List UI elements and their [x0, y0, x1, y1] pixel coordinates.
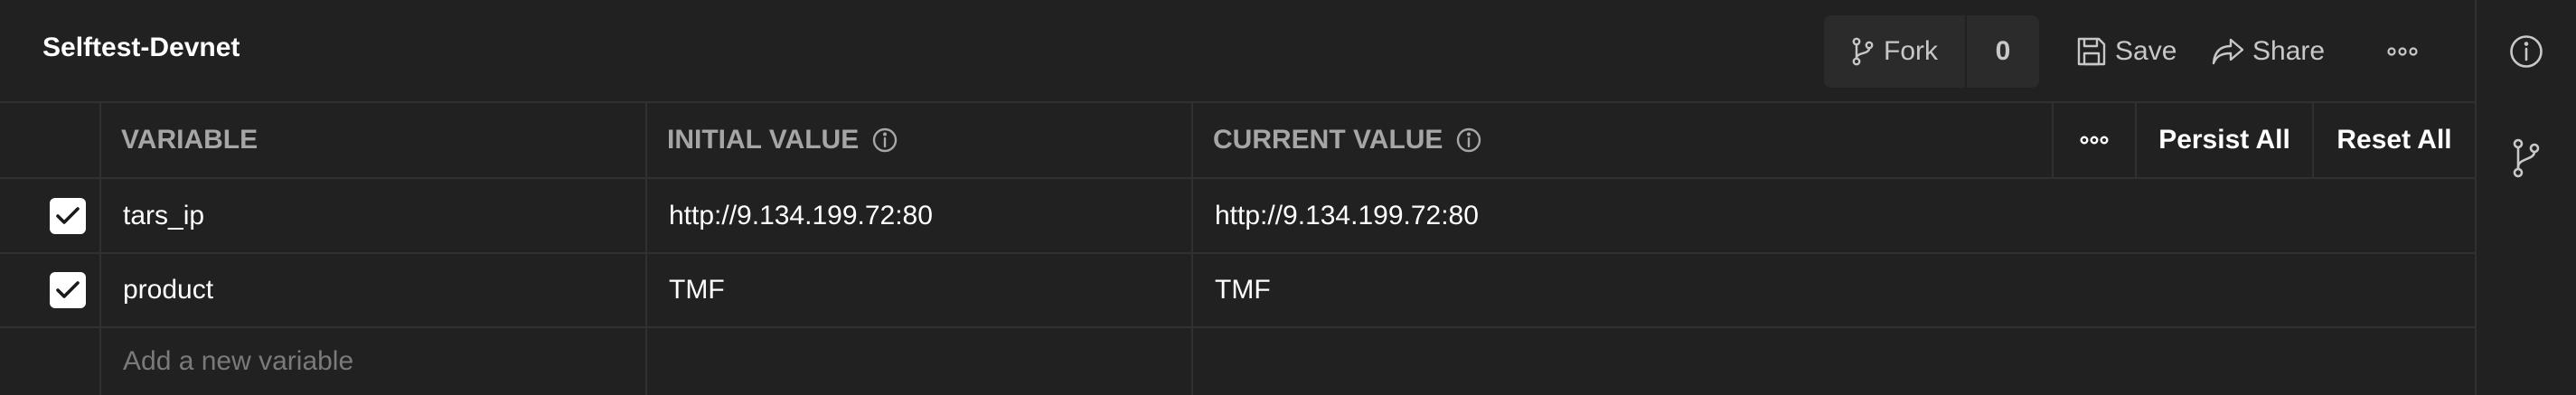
- share-icon: [2211, 36, 2245, 67]
- variable-name-cell[interactable]: tars_ip: [101, 179, 647, 252]
- row-checkbox[interactable]: [50, 197, 86, 234]
- info-icon[interactable]: [1455, 127, 1482, 154]
- more-horizontal-icon: [2079, 135, 2110, 146]
- table-row: product TMF TMF: [0, 254, 2475, 328]
- fork-count[interactable]: 0: [1967, 15, 2039, 88]
- column-header-current-value: CURRENT VALUE: [1193, 103, 2054, 177]
- persist-all-button[interactable]: Persist All: [2137, 103, 2314, 177]
- more-options-button[interactable]: [2383, 15, 2422, 88]
- add-variable-row: Add a new variable: [0, 328, 2475, 395]
- persist-all-label: Persist All: [2158, 125, 2290, 155]
- fork-icon[interactable]: [2506, 138, 2546, 178]
- share-button[interactable]: Share: [2211, 15, 2325, 88]
- add-variable-input[interactable]: Add a new variable: [101, 328, 647, 395]
- fork-icon: [1851, 37, 1875, 66]
- save-label: Save: [2115, 36, 2177, 66]
- row-checkbox-cell: [0, 254, 101, 326]
- column-header-variable-label: VARIABLE: [121, 125, 259, 155]
- row-checkbox-cell: [0, 179, 101, 252]
- checkmark-icon: [55, 279, 80, 301]
- variable-name-cell[interactable]: product: [101, 254, 647, 326]
- empty-checkbox-cell: [0, 328, 101, 395]
- column-header-initial-value: INITIAL VALUE: [647, 103, 1193, 177]
- right-sidebar: [2475, 0, 2576, 395]
- more-horizontal-icon: [2386, 46, 2419, 57]
- save-icon: [2075, 35, 2108, 68]
- table-row: tars_ip http://9.134.199.72:80 http://9.…: [0, 179, 2475, 254]
- fork-button-group: Fork 0: [1824, 15, 2039, 88]
- table-header-row: VARIABLE INITIAL VALUE CURRENT VALUE Per…: [0, 103, 2475, 179]
- column-header-current-value-label: CURRENT VALUE: [1213, 125, 1443, 155]
- table-more-options-button[interactable]: [2054, 103, 2137, 177]
- info-icon[interactable]: [871, 127, 898, 154]
- new-initial-value-cell[interactable]: [647, 328, 1193, 395]
- checkmark-icon: [55, 205, 80, 227]
- current-value-cell[interactable]: TMF: [1193, 254, 2475, 326]
- variables-table: VARIABLE INITIAL VALUE CURRENT VALUE Per…: [0, 103, 2475, 395]
- environment-header: Selftest-Devnet Fork 0 Save Share: [0, 0, 2475, 103]
- initial-value-cell[interactable]: TMF: [647, 254, 1193, 326]
- info-icon[interactable]: [2506, 32, 2546, 71]
- fork-label: Fork: [1884, 36, 1938, 66]
- fork-button[interactable]: Fork: [1824, 15, 1965, 88]
- column-header-variable: VARIABLE: [101, 103, 647, 177]
- environment-title[interactable]: Selftest-Devnet: [42, 33, 240, 63]
- save-button[interactable]: Save: [2075, 15, 2176, 88]
- reset-all-button[interactable]: Reset All: [2314, 103, 2475, 177]
- row-checkbox[interactable]: [50, 272, 86, 308]
- reset-all-label: Reset All: [2336, 125, 2452, 155]
- new-current-value-cell[interactable]: [1193, 328, 2475, 395]
- column-header-initial-value-label: INITIAL VALUE: [667, 125, 860, 155]
- initial-value-cell[interactable]: http://9.134.199.72:80: [647, 179, 1193, 252]
- share-label: Share: [2252, 36, 2326, 66]
- environment-editor: Selftest-Devnet Fork 0 Save Share VARIAB…: [0, 0, 2475, 395]
- checkbox-column-header: [0, 103, 101, 177]
- current-value-cell[interactable]: http://9.134.199.72:80: [1193, 179, 2475, 252]
